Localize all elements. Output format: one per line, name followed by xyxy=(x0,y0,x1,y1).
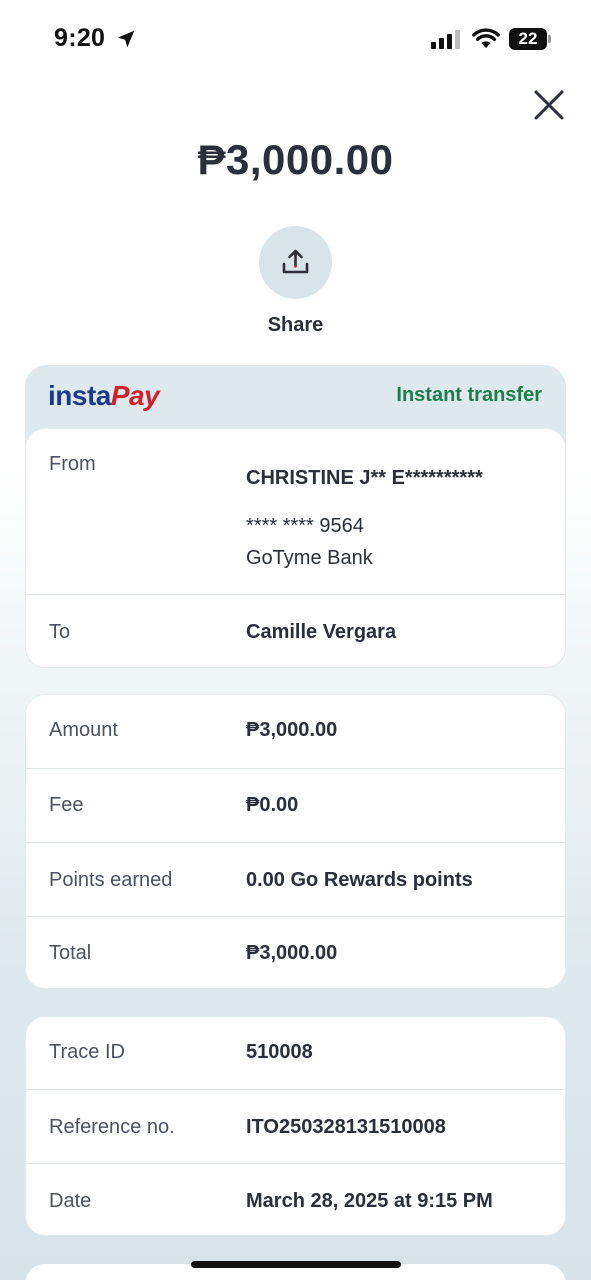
fee-row: Fee ₱0.00 xyxy=(26,768,565,842)
status-time: 9:20 xyxy=(54,24,106,52)
from-name: CHRISTINE J** E********** xyxy=(246,467,483,489)
close-icon xyxy=(534,90,564,120)
cellular-signal-icon xyxy=(431,30,460,49)
wifi-icon xyxy=(472,28,500,48)
date-value: March 28, 2025 at 9:15 PM xyxy=(246,1190,493,1212)
date-row: Date March 28, 2025 at 9:15 PM xyxy=(26,1163,565,1236)
status-bar: 9:20 22 xyxy=(0,0,591,80)
amount-row: Amount ₱3,000.00 xyxy=(26,695,565,768)
reference-label: Reference no. xyxy=(49,1116,175,1138)
transfer-type: Instant transfer xyxy=(396,384,542,406)
date-label: Date xyxy=(49,1190,92,1212)
transfer-amount: ₱3,000.00 xyxy=(197,136,394,183)
from-row: From CHRISTINE J** E********** **** ****… xyxy=(26,429,565,594)
total-row: Total ₱3,000.00 xyxy=(26,916,565,989)
battery-level: 22 xyxy=(518,29,538,48)
fee-label: Fee xyxy=(49,794,84,816)
total-label: Total xyxy=(49,942,92,964)
battery-icon: 22 xyxy=(509,28,547,50)
home-indicator[interactable] xyxy=(191,1261,401,1268)
trace-label: Trace ID xyxy=(49,1041,125,1063)
instapay-logo: instaPay xyxy=(48,378,160,414)
trace-value: 510008 xyxy=(246,1041,313,1063)
details-card: Trace ID 510008 Reference no. ITO2503281… xyxy=(25,1016,566,1236)
share-button[interactable] xyxy=(259,226,332,299)
location-arrow-icon xyxy=(117,30,135,48)
fee-value: ₱0.00 xyxy=(246,794,299,816)
to-label: To xyxy=(49,621,71,643)
to-name: Camille Vergara xyxy=(246,621,397,643)
close-button[interactable] xyxy=(530,86,568,124)
logo-pay-text: Pay xyxy=(110,380,160,411)
points-value: 0.00 Go Rewards points xyxy=(246,869,473,891)
trace-row: Trace ID 510008 xyxy=(26,1017,565,1089)
points-label: Points earned xyxy=(49,869,173,891)
to-row: To Camille Vergara xyxy=(26,594,565,668)
points-row: Points earned 0.00 Go Rewards points xyxy=(26,842,565,916)
reference-value: ITO250328131510008 xyxy=(246,1116,446,1138)
share-icon xyxy=(282,249,309,274)
total-value: ₱3,000.00 xyxy=(246,942,338,964)
from-account: **** **** 9564 xyxy=(246,515,364,537)
breakdown-card: Amount ₱3,000.00 Fee ₱0.00 Points earned… xyxy=(25,694,566,989)
logo-insta-text: insta xyxy=(48,380,111,411)
battery-tip xyxy=(548,35,551,43)
share-label: Share xyxy=(267,314,324,336)
from-label: From xyxy=(49,453,96,475)
amount-value: ₱3,000.00 xyxy=(246,719,338,741)
parties-card: From CHRISTINE J** E********** **** ****… xyxy=(25,428,566,668)
reference-row: Reference no. ITO250328131510008 xyxy=(26,1089,565,1163)
amount-label: Amount xyxy=(49,719,118,741)
from-bank: GoTyme Bank xyxy=(246,547,373,569)
